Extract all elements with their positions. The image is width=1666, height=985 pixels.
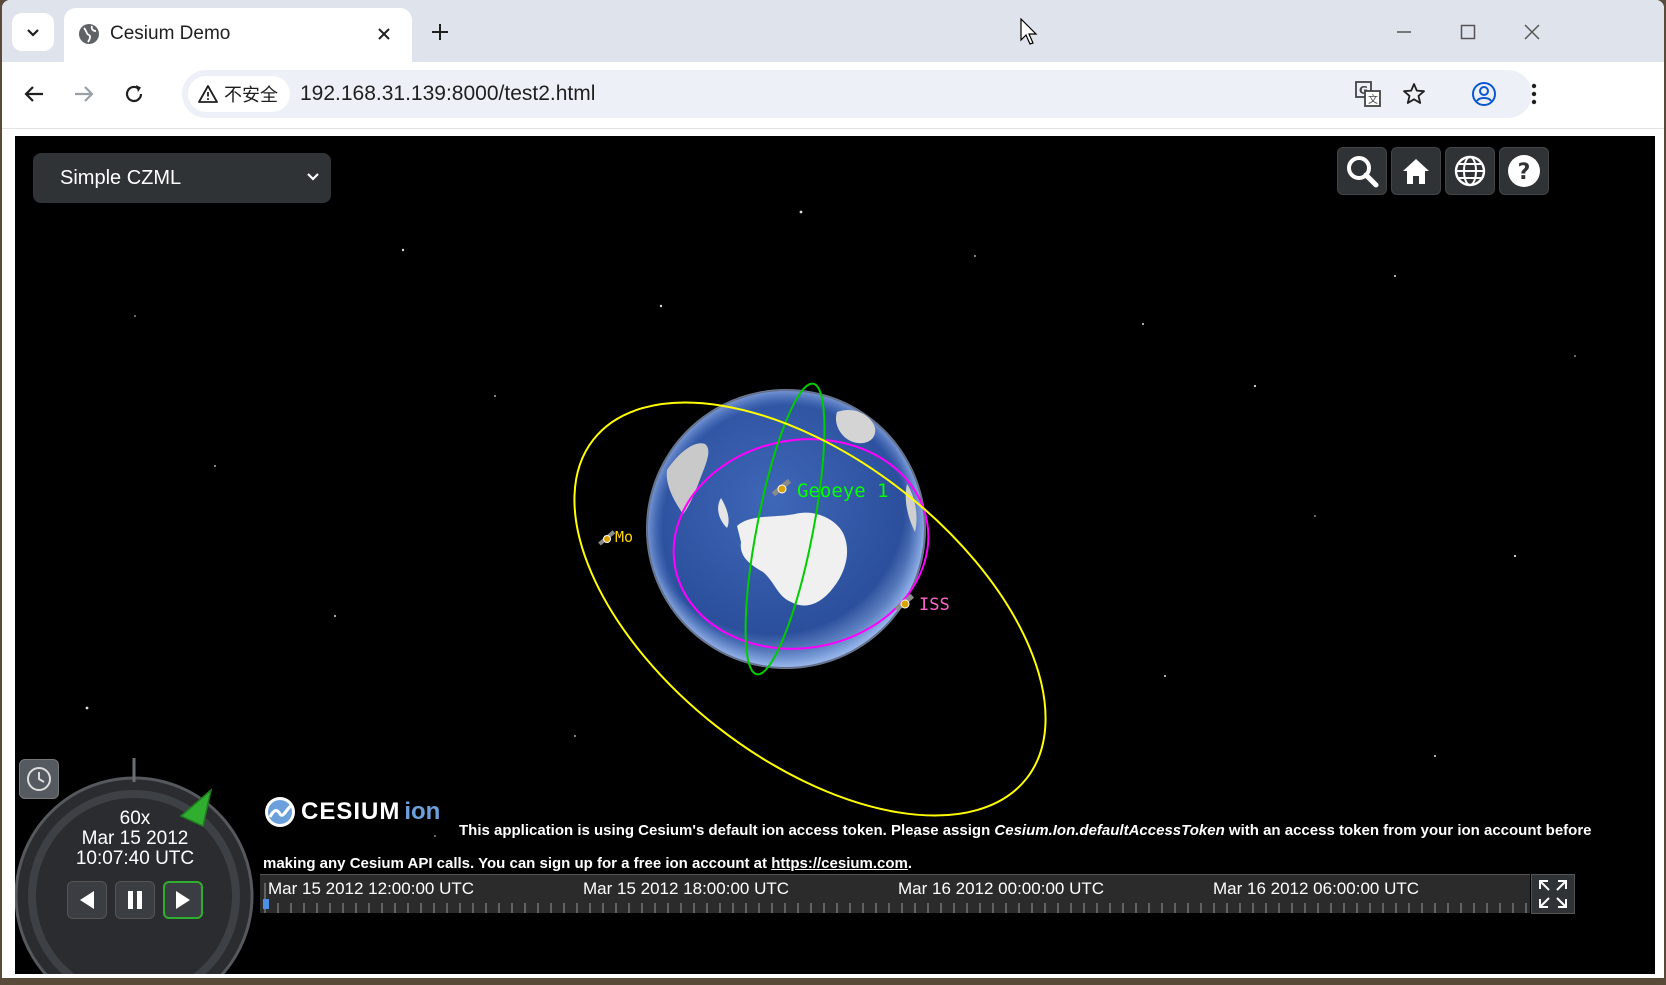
kebab-menu-icon [1531, 83, 1537, 105]
credit-text-3: . [907, 855, 913, 872]
close-window-button[interactable] [1502, 10, 1562, 54]
svg-text:?: ? [1518, 160, 1531, 185]
animation-time: 10:07:40 UTC [75, 848, 195, 869]
globe-favicon-icon [79, 24, 99, 44]
timeline[interactable]: Mar 15 2012 12:00:00 UTC Mar 15 2012 18:… [260, 874, 1530, 913]
pause-button[interactable] [115, 881, 155, 919]
label-iss: ISS [919, 595, 950, 615]
cesium-link[interactable]: https://cesium.com [771, 855, 908, 872]
tab-strip: Cesium Demo [2, 0, 1664, 62]
warning-icon [198, 85, 218, 103]
minimize-icon [1397, 31, 1411, 33]
profile-icon [1472, 82, 1496, 106]
tab-search-button[interactable] [12, 13, 54, 51]
close-icon [378, 28, 390, 40]
play-reverse-icon [80, 891, 94, 909]
close-icon [1524, 24, 1540, 40]
demo-select-dropdown[interactable]: Simple CZML [33, 153, 331, 203]
translate-icon: G文 [1355, 81, 1381, 107]
home-icon [1403, 159, 1429, 184]
menu-button[interactable] [1514, 74, 1554, 114]
bookmark-button[interactable] [1398, 78, 1430, 110]
home-button[interactable] [1391, 147, 1441, 195]
credit-notice: This application is using Cesium's defau… [263, 814, 1643, 880]
credit-text-1: This application is using Cesium's defau… [459, 822, 995, 839]
chevron-down-icon [307, 173, 319, 181]
play-forward-button[interactable] [163, 881, 203, 919]
pause-icon [128, 891, 142, 909]
fullscreen-button[interactable] [1531, 874, 1575, 914]
svg-text:文: 文 [1368, 93, 1378, 106]
reload-button[interactable] [114, 74, 154, 114]
satellite-molniya-icon[interactable] [598, 530, 616, 546]
browser-toolbar: 不安全 192.168.31.139:8000/test2.html G文 [2, 62, 1664, 129]
clock-icon [27, 767, 51, 791]
minimize-button[interactable] [1374, 10, 1434, 54]
arrow-right-icon [75, 86, 94, 102]
security-chip[interactable]: 不安全 [188, 76, 290, 112]
cesium-viewer[interactable]: Geoeye 1 Mo ISS Simple CZML ? 60x Mar 15… [15, 136, 1655, 974]
fullscreen-icon [1539, 880, 1567, 908]
security-label: 不安全 [224, 85, 278, 105]
clock-toggle-button[interactable] [19, 759, 59, 799]
globe-icon [1454, 155, 1486, 187]
tab-close-button[interactable] [370, 20, 398, 48]
geocoder-search-button[interactable] [1337, 147, 1387, 195]
new-tab-button[interactable] [422, 14, 458, 50]
maximize-icon [1460, 24, 1476, 40]
earth [646, 389, 926, 669]
address-bar[interactable]: 不安全 192.168.31.139:8000/test2.html G文 [182, 70, 1532, 118]
help-icon: ? [1508, 155, 1540, 187]
translate-button[interactable]: G文 [1352, 78, 1384, 110]
help-button[interactable]: ? [1499, 147, 1549, 195]
search-icon [1347, 156, 1379, 188]
scene-mode-button[interactable] [1445, 147, 1495, 195]
label-molniya: Mo [615, 528, 633, 546]
maximize-button[interactable] [1438, 10, 1498, 54]
play-forward-icon [176, 891, 190, 909]
timeline-label-3: Mar 16 2012 00:00:00 UTC [898, 879, 1105, 898]
demo-select-value: Simple CZML [60, 166, 182, 189]
chevron-down-icon [27, 29, 39, 37]
timeline-label-1: Mar 15 2012 12:00:00 UTC [268, 879, 475, 898]
star-icon [1403, 83, 1425, 104]
animation-speed: 60x [119, 808, 151, 829]
forward-button[interactable] [64, 74, 104, 114]
browser-window: Cesium Demo 不安全 192.168.31.139:8000/test… [2, 0, 1664, 978]
credit-text-token: Cesium.Ion.defaultAccessToken [994, 822, 1225, 839]
timeline-label-2: Mar 15 2012 18:00:00 UTC [583, 879, 790, 898]
url-text[interactable]: 192.168.31.139:8000/test2.html [300, 82, 595, 106]
timeline-label-4: Mar 16 2012 06:00:00 UTC [1213, 879, 1420, 898]
tab-title: Cesium Demo [110, 23, 231, 44]
arrow-left-icon [24, 86, 43, 102]
profile-button[interactable] [1464, 74, 1504, 114]
reload-icon [125, 85, 143, 103]
plus-icon [432, 24, 448, 40]
back-button[interactable] [14, 74, 54, 114]
mouse-cursor-icon [1020, 18, 1038, 45]
label-geoeye: Geoeye 1 [797, 480, 889, 502]
play-reverse-button[interactable] [67, 881, 107, 919]
tab-active[interactable]: Cesium Demo [64, 8, 412, 62]
animation-date: Mar 15 2012 [81, 828, 189, 849]
